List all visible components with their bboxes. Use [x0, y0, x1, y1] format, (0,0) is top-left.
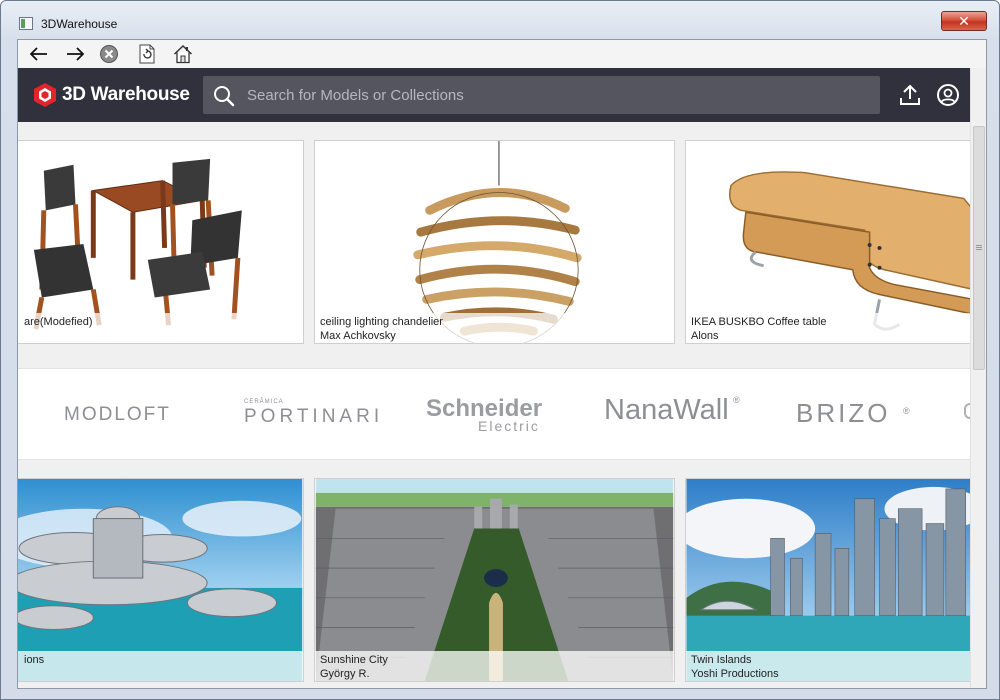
brand-nanawall[interactable]: NanaWall: [604, 394, 729, 427]
model-caption: are(Modefied): [18, 313, 303, 343]
search-input[interactable]: [247, 76, 867, 114]
brand-modloft[interactable]: MODLOFT: [64, 404, 171, 426]
refresh-icon: [139, 44, 155, 64]
model-caption: ions: [18, 651, 303, 681]
logo-text: 3D Warehouse: [62, 84, 190, 105]
nav-toolbar: [18, 40, 986, 68]
site-header: 3D Warehouse: [18, 68, 970, 122]
model-caption: ceiling lighting chandelier Max Achkovsk…: [315, 313, 674, 343]
back-arrow-icon: [30, 47, 47, 61]
brand-schneider-sub: Electric: [478, 418, 540, 434]
app-icon: [19, 17, 33, 30]
model-author: Max Achkovsky: [320, 330, 396, 342]
model-title: are(Modefied): [24, 316, 93, 328]
forward-arrow-icon: [67, 47, 84, 61]
model-author: Yoshi Productions: [691, 668, 779, 680]
model-title: IKEA BUSKBO Coffee table: [691, 316, 827, 328]
model-card[interactable]: ions: [18, 478, 304, 682]
model-card[interactable]: are(Modefied): [18, 140, 304, 344]
model-card[interactable]: Twin Islands Yoshi Productions: [685, 478, 975, 682]
model-title: Sunshine City: [320, 654, 388, 666]
stop-button[interactable]: [98, 43, 120, 65]
model-title: ions: [24, 654, 45, 666]
model-caption: IKEA BUSKBO Coffee table Alons: [686, 313, 974, 343]
model-caption: Twin Islands Yoshi Productions: [686, 651, 974, 681]
model-card[interactable]: Sunshine City György R.: [314, 478, 675, 682]
model-caption: Sunshine City György R.: [315, 651, 674, 681]
model-card[interactable]: ceiling lighting chandelier Max Achkovsk…: [314, 140, 675, 344]
model-card[interactable]: IKEA BUSKBO Coffee table Alons: [685, 140, 975, 344]
home-icon: [173, 44, 193, 64]
brand-portinari[interactable]: PORTINARI: [244, 406, 383, 428]
search-box[interactable]: [203, 76, 880, 114]
client-area: 3D Warehouse Search for Models or Collec…: [17, 39, 987, 689]
forward-button[interactable]: [64, 43, 86, 65]
account-icon[interactable]: [936, 83, 960, 107]
model-author: Alons: [691, 330, 719, 342]
window-title: 3DWarehouse: [41, 17, 118, 31]
logo[interactable]: 3D Warehouse: [32, 82, 190, 108]
home-button[interactable]: [172, 43, 194, 65]
refresh-button[interactable]: [136, 43, 158, 65]
brand-portinari-tag: CERÂMICA: [244, 399, 284, 405]
brand-brizo[interactable]: BRIZO: [796, 398, 890, 429]
brand-strip: MODLOFT CERÂMICA PORTINARI Schneider Ele…: [18, 368, 970, 460]
search-icon: [214, 86, 235, 107]
model-title: Twin Islands: [691, 654, 752, 666]
brand-nanawall-mark: ®: [733, 395, 740, 405]
back-button[interactable]: [28, 43, 50, 65]
close-button[interactable]: ✕: [941, 11, 987, 31]
stop-icon: [100, 45, 118, 63]
model-author: György R.: [320, 668, 370, 680]
warehouse-logo-icon: [34, 83, 56, 107]
model-title: ceiling lighting chandelier: [320, 316, 443, 328]
vertical-scrollbar[interactable]: [970, 68, 986, 688]
grip-icon: [976, 245, 982, 246]
app-window: 3DWarehouse ✕ 3D Warehouse Search for Mo…: [0, 0, 1000, 700]
brand-brizo-mark: ®: [903, 406, 910, 416]
web-view: 3D Warehouse Search for Models or Collec…: [18, 68, 986, 688]
upload-icon[interactable]: [898, 83, 922, 107]
scrollbar-thumb[interactable]: [973, 126, 985, 370]
title-bar: 3DWarehouse ✕: [1, 1, 999, 39]
